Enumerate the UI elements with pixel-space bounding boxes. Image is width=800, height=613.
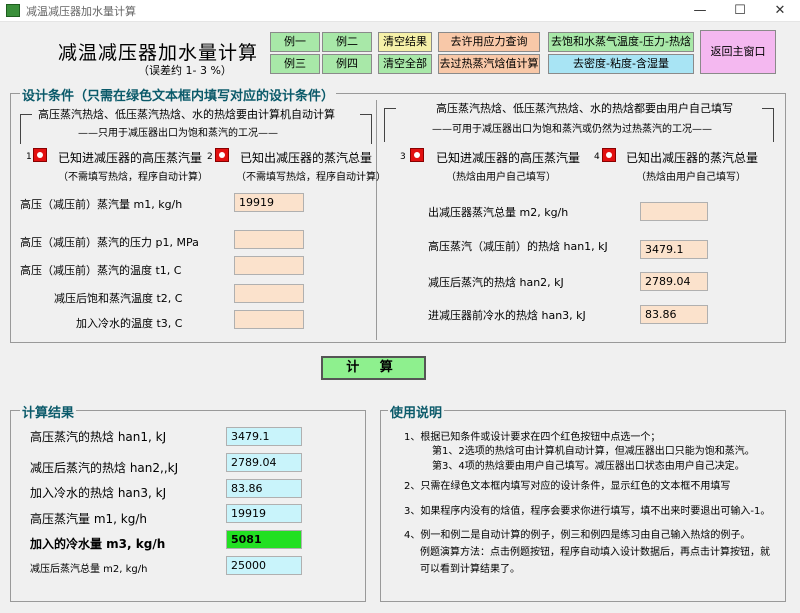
help-line-3: 第3、4项的热焓要由用户自己填写。减压器出口状态由用户自己决定。 <box>432 461 745 472</box>
t3-label: 加入冷水的温度 t3, C <box>76 317 183 330</box>
left-group-subheading: ——只用于减压器出口为饱和蒸汽的工况—— <box>78 128 278 139</box>
option-3-radio[interactable] <box>410 148 424 162</box>
help-line-2: 第1、2选项的热焓可由计算机自动计算，但减压器出口只能为饱和蒸汽。 <box>432 446 755 457</box>
right-group-subheading: ——可用于减压器出口为饱和蒸汽或仍然为过热蒸汽的工况—— <box>432 124 712 135</box>
page-title: 减温减压器加水量计算 <box>58 42 259 64</box>
option-3-note: （热焓由用户自己填写） <box>446 172 556 183</box>
back-to-main-button[interactable]: 返回主窗口 <box>700 30 776 74</box>
clear-all-button[interactable]: 清空全部 <box>378 54 432 74</box>
result-han1-value[interactable]: 3479.1 <box>226 427 302 446</box>
calculate-button[interactable]: 计 算 <box>321 356 426 380</box>
help-line-8: 可以看到计算结果了。 <box>420 564 520 575</box>
option-3-label[interactable]: 已知进减压器的高压蒸汽量 <box>436 149 580 166</box>
han1-label: 高压蒸汽（减压前）的热焓 han1, kJ <box>428 240 608 253</box>
result-m2-value[interactable]: 25000 <box>226 556 302 575</box>
option-4-radio[interactable] <box>602 148 616 162</box>
option-1-number: 1 <box>26 152 32 162</box>
result-m1-value[interactable]: 19919 <box>226 504 302 523</box>
close-button[interactable]: ✕ <box>760 0 800 22</box>
result-han3-label: 加入冷水的热焓 han3, kJ <box>30 486 167 500</box>
option-4-label[interactable]: 已知出减压器的蒸汽总量 <box>626 149 758 166</box>
help-line-6: 4、例一和例二是自动计算的例子，例三和例四是练习由自己输入热焓的例子。 <box>404 530 751 541</box>
density-table-button[interactable]: 去密度-粘度-含湿量 <box>548 54 694 74</box>
t1-input[interactable] <box>234 256 304 275</box>
right-group-heading: 高压蒸汽热焓、低压蒸汽热焓、水的热焓都要由用户自己填写 <box>436 102 733 115</box>
t2-input[interactable] <box>234 284 304 303</box>
p1-label: 高压（减压前）蒸汽的压力 p1, MPa <box>20 236 199 249</box>
result-han3-value[interactable]: 83.86 <box>226 479 302 498</box>
title-bar: 减温减压器加水量计算 — ☐ ✕ <box>0 0 800 22</box>
example-4-button[interactable]: 例四 <box>322 54 372 74</box>
right-bracket <box>384 108 396 142</box>
left-bracket-right <box>360 114 372 144</box>
han2-label: 减压后蒸汽的热焓 han2, kJ <box>428 276 564 289</box>
t2-label: 减压后饱和蒸汽温度 t2, C <box>54 292 183 305</box>
t1-label: 高压（减压前）蒸汽的温度 t1, C <box>20 264 182 277</box>
han3-input[interactable]: 83.86 <box>640 305 708 324</box>
result-m1-label: 高压蒸汽量 m1, kg/h <box>30 512 147 526</box>
maximize-button[interactable]: ☐ <box>720 0 760 22</box>
design-divider <box>376 100 377 340</box>
result-m2-label: 减压后蒸汽总量 m2, kg/h <box>30 564 148 575</box>
left-group-heading: 高压蒸汽热焓、低压蒸汽热焓、水的热焓要由计算机自动计算 <box>38 108 335 121</box>
option-1-radio[interactable] <box>33 148 47 162</box>
window-title: 减温减压器加水量计算 <box>26 5 136 18</box>
result-m3-value[interactable]: 5081 <box>226 530 302 549</box>
result-han2-label: 减压后蒸汽的热焓 han2,,kJ <box>30 461 179 475</box>
example-1-button[interactable]: 例一 <box>270 32 320 52</box>
option-4-number: 4 <box>594 152 600 162</box>
enthalpy-calc-button[interactable]: 去过热蒸汽焓值计算 <box>438 54 540 74</box>
example-3-button[interactable]: 例三 <box>270 54 320 74</box>
design-legend: 设计条件（只需在绿色文本框内填写对应的设计条件） <box>20 85 337 104</box>
stress-query-button[interactable]: 去许用应力查询 <box>438 32 540 52</box>
m2-input[interactable] <box>640 202 708 221</box>
option-3-number: 3 <box>400 152 406 162</box>
results-legend: 计算结果 <box>20 402 77 421</box>
m2-label: 出减压器蒸汽总量 m2, kg/h <box>428 206 569 219</box>
han2-input[interactable]: 2789.04 <box>640 272 708 291</box>
m1-input[interactable]: 19919 <box>234 193 304 212</box>
page-subtitle: （误差约 1- 3 %） <box>138 64 232 77</box>
result-han1-label: 高压蒸汽的热焓 han1, kJ <box>30 430 167 444</box>
option-2-number: 2 <box>207 152 213 162</box>
saturation-table-button[interactable]: 去饱和水蒸气温度-压力-热焓 <box>548 32 694 52</box>
p1-input[interactable] <box>234 230 304 249</box>
result-m3-label: 加入的冷水量 m3, kg/h <box>30 537 166 551</box>
help-line-5: 3、如果程序内没有的焓值，程序会要求你进行填写，填不出来时要退出可输入-1。 <box>404 506 771 517</box>
option-4-note: （热焓由用户自己填写） <box>636 172 746 183</box>
help-line-1: 1、根据已知条件或设计要求在四个红色按钮中点选一个； <box>404 432 661 443</box>
han3-label: 进减压器前冷水的热焓 han3, kJ <box>428 309 586 322</box>
result-han2-value[interactable]: 2789.04 <box>226 453 302 472</box>
help-line-4: 2、只需在绿色文本框内填写对应的设计条件，显示红色的文本框不用填写 <box>404 481 731 492</box>
right-bracket-right <box>762 108 774 142</box>
option-2-radio[interactable] <box>215 148 229 162</box>
option-1-label[interactable]: 已知进减压器的高压蒸汽量 <box>58 149 202 166</box>
m1-label: 高压（减压前）蒸汽量 m1, kg/h <box>20 198 183 211</box>
han1-input[interactable]: 3479.1 <box>640 240 708 259</box>
example-2-button[interactable]: 例二 <box>322 32 372 52</box>
app-icon <box>6 4 20 17</box>
left-bracket <box>20 114 32 144</box>
help-line-7: 例题演算方法：点击例题按钮，程序自动填入设计数据后，再点击计算按钮，就 <box>420 547 770 558</box>
option-1-note: （不需填写热焓，程序自动计算） <box>58 172 208 183</box>
option-2-label[interactable]: 已知出减压器的蒸汽总量 <box>240 149 372 166</box>
clear-results-button[interactable]: 清空结果 <box>378 32 432 52</box>
t3-input[interactable] <box>234 310 304 329</box>
option-2-note: （不需填写热焓，程序自动计算） <box>236 172 386 183</box>
minimize-button[interactable]: — <box>680 0 720 22</box>
help-legend: 使用说明 <box>388 402 445 421</box>
